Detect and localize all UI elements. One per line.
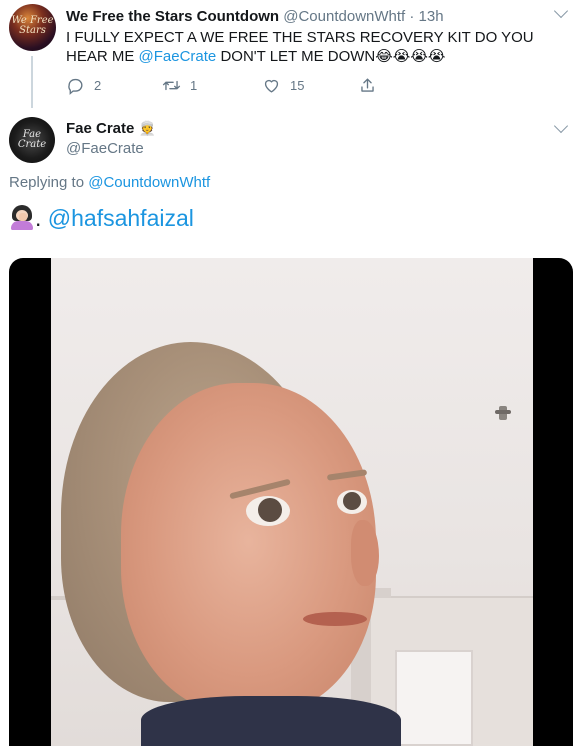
- chevron-down-icon[interactable]: [553, 3, 569, 19]
- share-icon: [361, 78, 374, 92]
- like-button[interactable]: 15: [262, 76, 304, 95]
- avatar-logo-text: Fae Crate: [17, 129, 47, 150]
- avatar-countdown[interactable]: We Free Stars: [9, 4, 56, 51]
- name-emoji: 👳: [138, 120, 156, 136]
- text-prefix: .: [35, 205, 48, 231]
- author-name[interactable]: Fae Crate: [66, 120, 134, 137]
- author-handle[interactable]: @FaeCrate: [66, 140, 144, 157]
- retweet-count: 1: [190, 78, 198, 93]
- tweet-media-gif[interactable]: [9, 258, 573, 746]
- replying-prefix: Replying to: [9, 174, 89, 191]
- reply-text: . @hafsahfaizal: [9, 204, 194, 232]
- tweet-text: I FULLY EXPECT A WE FREE THE STARS RECOV…: [66, 28, 556, 66]
- tweet-text-part: DON'T LET ME DOWN😂😭😭😭: [216, 48, 446, 65]
- author-handle[interactable]: @CountdownWhtf: [283, 8, 405, 25]
- separator: ·: [409, 8, 415, 25]
- share-button[interactable]: [358, 76, 386, 95]
- reply-icon: [68, 78, 83, 95]
- retweet-icon: [162, 80, 181, 91]
- avatar-fae-crate[interactable]: Fae Crate: [9, 117, 55, 163]
- reply-count: 2: [94, 78, 102, 93]
- replying-to-link[interactable]: @CountdownWhtf: [88, 174, 210, 191]
- tweet-header: We Free the Stars Countdown @CountdownWh…: [66, 8, 444, 25]
- mention-link[interactable]: @hafsahfaizal: [48, 205, 194, 231]
- chevron-down-icon[interactable]: [553, 118, 569, 134]
- author-name[interactable]: We Free the Stars Countdown: [66, 8, 279, 25]
- heart-icon: [264, 79, 279, 93]
- reply-button[interactable]: 2: [66, 76, 101, 95]
- retweet-button[interactable]: 1: [162, 76, 197, 95]
- replying-to: Replying to @CountdownWhtf: [9, 174, 210, 191]
- woman-facepalming-icon: [9, 204, 35, 230]
- avatar-logo-text: We Free Stars: [11, 15, 54, 36]
- mention-link[interactable]: @FaeCrate: [139, 48, 217, 65]
- author-name-row: Fae Crate 👳: [66, 120, 156, 137]
- tweet-time[interactable]: 13h: [419, 8, 444, 25]
- gif-frame: [51, 258, 533, 746]
- like-count: 15: [290, 78, 305, 93]
- thread-connector: [31, 56, 33, 108]
